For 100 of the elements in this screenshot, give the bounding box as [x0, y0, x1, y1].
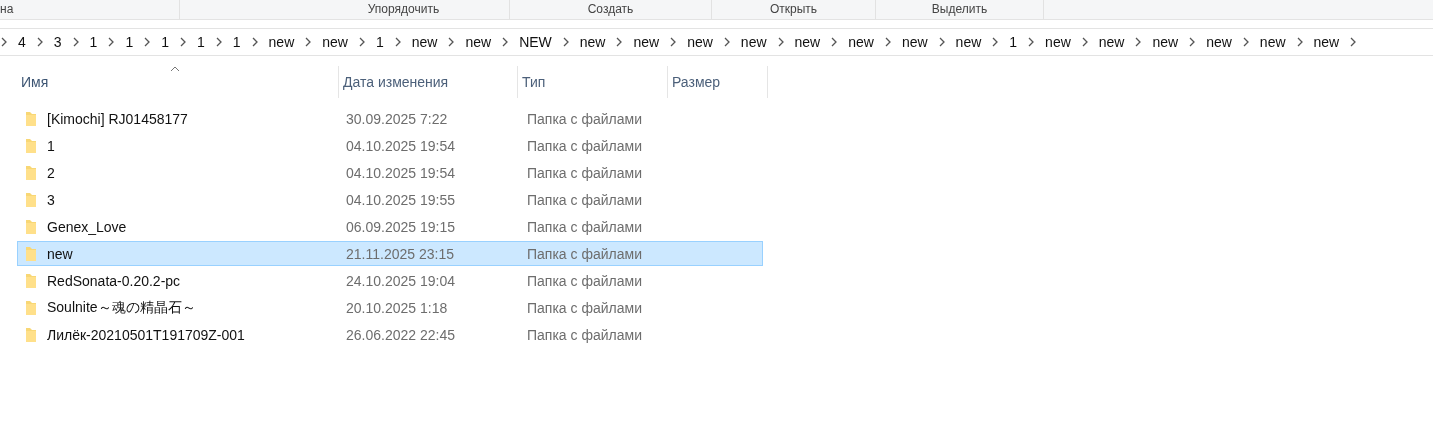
modified-date: 04.10.2025 19:55	[345, 191, 456, 208]
breadcrumb-item[interactable]: new	[794, 34, 821, 50]
breadcrumb-item[interactable]: new	[322, 34, 348, 50]
chevron-icon[interactable]	[615, 36, 624, 48]
breadcrumb-item[interactable]: new	[633, 34, 660, 50]
breadcrumb-item[interactable]: new	[411, 34, 438, 50]
column-header[interactable]: Дата изменения	[339, 66, 518, 98]
file-row[interactable]: Genex_Love 06.09.2025 19:15 Папка с файлами	[17, 214, 763, 239]
modified-date: 06.09.2025 19:15	[345, 218, 456, 235]
file-row[interactable]: Лилёк-20210501T191709Z-001 26.06.2022 22:45 Папка с файлами	[17, 322, 763, 347]
modified-date: 20.10.2025 1:18	[345, 299, 449, 316]
chevron-icon[interactable]	[1080, 36, 1089, 48]
folder-icon	[25, 137, 37, 154]
breadcrumb-item[interactable]: new	[1152, 34, 1179, 50]
breadcrumb-item[interactable]: new	[848, 34, 874, 50]
breadcrumb-item[interactable]: new	[1259, 34, 1286, 50]
file-name: Soulnite～魂の精晶石～	[47, 298, 196, 317]
file-type: Папка с файлами	[526, 299, 643, 316]
file-name: 3	[47, 191, 55, 208]
chevron-icon[interactable]	[1349, 36, 1358, 48]
file-row[interactable]: new 21.11.2025 23:15 Папка с файлами	[17, 241, 763, 266]
breadcrumb-item[interactable]: new	[1045, 34, 1071, 50]
chevron-icon[interactable]	[501, 36, 510, 48]
ribbon-group-label: Выделить	[876, 0, 1044, 19]
file-name: [Kimochi] RJ01458177	[47, 110, 188, 127]
modified-date: 21.11.2025 23:15	[345, 245, 455, 262]
chevron-icon[interactable]	[143, 36, 152, 48]
chevron-icon[interactable]	[35, 36, 44, 48]
breadcrumb-item[interactable]: new	[1098, 34, 1125, 50]
chevron-icon[interactable]	[447, 36, 456, 48]
column-header[interactable]: Тип	[518, 66, 668, 98]
modified-date: 24.10.2025 19:04	[345, 272, 456, 289]
address-bar[interactable]: 4 3 1 1 1 1 1 new new 1 new new NEW new new new new new new new new 1 new new new new new new	[0, 28, 1433, 56]
file-name: new	[47, 245, 73, 262]
chevron-icon[interactable]	[304, 36, 313, 48]
folder-icon	[25, 110, 37, 127]
chevron-icon[interactable]	[991, 36, 1000, 48]
chevron-icon[interactable]	[883, 36, 892, 48]
breadcrumb-item[interactable]: new	[1313, 34, 1340, 50]
file-type: Папка с файлами	[526, 218, 643, 235]
breadcrumb-item[interactable]: 1	[232, 34, 241, 50]
breadcrumb-item[interactable]: 1	[197, 34, 205, 50]
chevron-icon[interactable]	[179, 36, 187, 48]
breadcrumb-item[interactable]: 1	[125, 34, 134, 50]
chevron-icon[interactable]	[669, 36, 678, 48]
breadcrumb-item[interactable]: NEW	[519, 34, 552, 50]
chevron-icon[interactable]	[357, 36, 366, 48]
file-type: Папка с файлами	[526, 137, 643, 154]
chevron-icon[interactable]	[71, 36, 80, 48]
file-type: Папка с файлами	[526, 326, 643, 343]
chevron-icon[interactable]	[250, 36, 259, 48]
file-name: RedSonata-0.20.2-pc	[47, 272, 181, 289]
chevron-icon[interactable]	[1188, 36, 1197, 48]
chevron-icon[interactable]	[1134, 36, 1143, 48]
column-header[interactable]: Размер	[668, 66, 768, 98]
breadcrumb-item[interactable]: new	[955, 34, 982, 50]
chevron-icon[interactable]	[722, 36, 731, 48]
folder-icon	[25, 299, 37, 316]
sort-caret-icon	[170, 66, 180, 72]
chevron-icon[interactable]	[107, 36, 116, 48]
breadcrumb-item[interactable]: new	[465, 34, 492, 50]
breadcrumb-item[interactable]: new	[268, 34, 295, 50]
chevron-icon[interactable]	[937, 36, 946, 48]
breadcrumb-item[interactable]: 1	[375, 34, 384, 50]
modified-date: 04.10.2025 19:54	[345, 137, 456, 154]
file-row[interactable]: [Kimochi] RJ01458177 30.09.2025 7:22 Папка с файлами	[17, 106, 763, 131]
file-row[interactable]: Soulnite～魂の精晶石～ 20.10.2025 1:18 Папка с файлами	[17, 295, 763, 320]
file-type: Папка с файлами	[526, 272, 643, 289]
chevron-icon[interactable]	[0, 36, 8, 48]
file-row[interactable]: RedSonata-0.20.2-pc 24.10.2025 19:04 Папка с файлами	[17, 268, 763, 293]
breadcrumb-item[interactable]: 1	[161, 34, 169, 50]
breadcrumb-item[interactable]: 3	[53, 34, 62, 50]
breadcrumb-item[interactable]: new	[740, 34, 767, 50]
chevron-icon[interactable]	[830, 36, 839, 48]
file-type: Папка с файлами	[526, 245, 643, 262]
file-type: Папка с файлами	[526, 164, 643, 181]
chevron-icon[interactable]	[214, 36, 223, 48]
chevron-icon[interactable]	[776, 36, 785, 48]
file-row[interactable]: 2 04.10.2025 19:54 Папка с файлами	[17, 160, 763, 185]
modified-date: 30.09.2025 7:22	[345, 110, 449, 127]
breadcrumb-item[interactable]: new	[1206, 34, 1232, 50]
ribbon-group-label: Создать	[510, 0, 712, 19]
chevron-icon[interactable]	[561, 36, 570, 48]
breadcrumb-item[interactable]: 4	[18, 34, 26, 50]
chevron-icon[interactable]	[393, 36, 402, 48]
chevron-icon[interactable]	[1241, 36, 1250, 48]
file-name: Лилёк-20210501T191709Z-001	[47, 326, 245, 343]
breadcrumb-item[interactable]: new	[579, 34, 606, 50]
chevron-icon[interactable]	[1295, 36, 1304, 48]
file-row[interactable]: 3 04.10.2025 19:55 Папка с файлами	[17, 187, 763, 212]
breadcrumb-item[interactable]: new	[687, 34, 713, 50]
breadcrumb-item[interactable]: new	[901, 34, 928, 50]
breadcrumb-item[interactable]: 1	[1009, 34, 1018, 50]
ribbon-group-label: Упорядочить	[180, 0, 510, 19]
chevron-icon[interactable]	[1027, 36, 1036, 48]
file-row[interactable]: 1 04.10.2025 19:54 Папка с файлами	[17, 133, 763, 158]
column-header[interactable]: Имя	[17, 66, 339, 98]
breadcrumb-item[interactable]: 1	[89, 34, 98, 50]
file-name: 1	[47, 137, 55, 154]
modified-date: 26.06.2022 22:45	[345, 326, 456, 343]
